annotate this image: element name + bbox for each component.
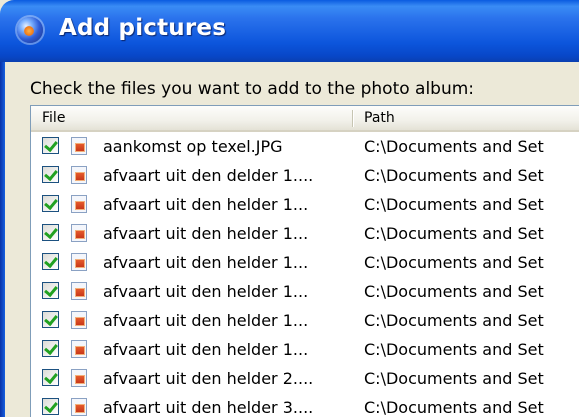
file-path: C:\Documents and Set [364, 340, 544, 359]
file-row[interactable]: afvaart uit den helder 2.... C:\Document… [31, 364, 579, 393]
window-frame [0, 62, 5, 417]
picture-file-icon [71, 311, 87, 329]
file-path: C:\Documents and Set [364, 166, 544, 185]
picture-file-icon [71, 282, 87, 300]
file-name: afvaart uit den helder 1... [103, 253, 309, 272]
checkbox-checked-icon[interactable] [42, 369, 59, 386]
picture-file-icon [71, 166, 87, 184]
photo-album-icon [17, 17, 43, 43]
picture-file-icon [71, 369, 87, 387]
file-path: C:\Documents and Set [364, 311, 544, 330]
picture-file-icon [71, 340, 87, 358]
picture-file-icon [71, 195, 87, 213]
checkbox-checked-icon[interactable] [42, 166, 59, 183]
file-row[interactable]: afvaart uit den helder 3.... C:\Document… [31, 393, 579, 417]
file-row[interactable]: afvaart uit den helder 1... C:\Documents… [31, 335, 579, 364]
file-path: C:\Documents and Set [364, 224, 544, 243]
file-name: afvaart uit den helder 1... [103, 195, 309, 214]
title-bar[interactable]: Add pictures [0, 0, 579, 62]
checkbox-checked-icon[interactable] [42, 253, 59, 270]
file-path: C:\Documents and Set [364, 282, 544, 301]
file-row[interactable]: afvaart uit den helder 1... C:\Documents… [31, 190, 579, 219]
picture-file-icon [71, 137, 87, 155]
checkbox-checked-icon[interactable] [42, 137, 59, 154]
add-pictures-dialog: Add pictures Check the files you want to… [0, 0, 579, 417]
checkbox-checked-icon[interactable] [42, 340, 59, 357]
picture-file-icon [71, 224, 87, 242]
column-header-file[interactable]: File [31, 106, 354, 130]
column-header-path[interactable]: Path [354, 106, 579, 130]
file-path: C:\Documents and Set [364, 253, 544, 272]
list-header: File Path [31, 106, 579, 132]
picture-file-icon [71, 253, 87, 271]
picture-file-icon [71, 398, 87, 416]
checkbox-checked-icon[interactable] [42, 311, 59, 328]
file-row[interactable]: aankomst op texel.JPG C:\Documents and S… [31, 132, 579, 161]
file-row[interactable]: afvaart uit den helder 1... C:\Documents… [31, 277, 579, 306]
file-row[interactable]: afvaart uit den helder 1... C:\Documents… [31, 219, 579, 248]
file-row[interactable]: afvaart uit den delder 1.... C:\Document… [31, 161, 579, 190]
file-row[interactable]: afvaart uit den helder 1... C:\Documents… [31, 248, 579, 277]
file-rows: aankomst op texel.JPG C:\Documents and S… [31, 132, 579, 417]
checkbox-checked-icon[interactable] [42, 195, 59, 212]
file-row[interactable]: afvaart uit den helder 1... C:\Documents… [31, 306, 579, 335]
checkbox-checked-icon[interactable] [42, 398, 59, 415]
file-name: afvaart uit den helder 1... [103, 311, 309, 330]
file-name: afvaart uit den helder 2.... [103, 369, 314, 388]
checkbox-checked-icon[interactable] [42, 224, 59, 241]
checkbox-checked-icon[interactable] [42, 282, 59, 299]
instruction-label: Check the files you want to add to the p… [30, 79, 475, 99]
file-path: C:\Documents and Set [364, 137, 544, 156]
file-name: afvaart uit den delder 1.... [103, 166, 314, 185]
file-path: C:\Documents and Set [364, 195, 544, 214]
file-name: afvaart uit den helder 1... [103, 282, 309, 301]
file-list[interactable]: File Path aankomst op texel.JPG C:\Docum… [30, 105, 579, 417]
file-path: C:\Documents and Set [364, 398, 544, 417]
file-name: afvaart uit den helder 3.... [103, 398, 314, 417]
file-name: afvaart uit den helder 1... [103, 224, 309, 243]
window-title: Add pictures [59, 15, 227, 41]
file-path: C:\Documents and Set [364, 369, 544, 388]
file-name: aankomst op texel.JPG [103, 137, 283, 156]
file-name: afvaart uit den helder 1... [103, 340, 309, 359]
